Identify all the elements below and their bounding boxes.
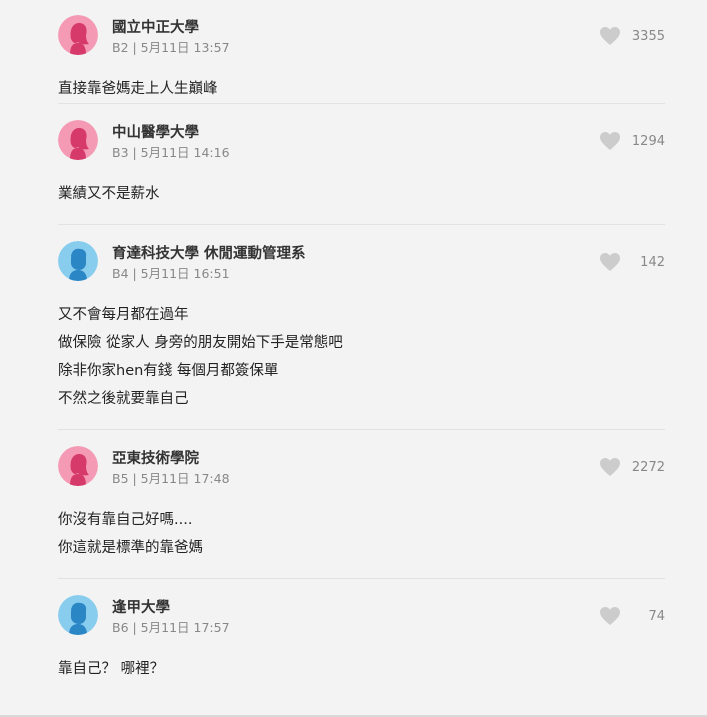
comment-text-line: 做保險 從家人 身旁的朋友開始下手是常態吧: [58, 335, 343, 351]
author-name[interactable]: 國立中正大學: [112, 16, 199, 37]
author-name[interactable]: 中山醫學大學: [112, 121, 199, 142]
floor-timestamp: B5 | 5月11日 17:48: [112, 471, 230, 486]
comment-body: 靠自己？ 哪裡？: [58, 655, 665, 683]
comment-text-line: 你沒有靠自己好嗎....: [58, 512, 193, 528]
male-avatar-icon[interactable]: [58, 595, 98, 635]
comment-item: 國立中正大學 B2 | 5月11日 13:57 3355 直接靠爸媽走上人生巔峰: [58, 0, 665, 104]
heart-icon[interactable]: [599, 457, 621, 477]
floor-timestamp: B2 | 5月11日 13:57: [112, 40, 230, 55]
comment-text-line: 直接靠爸媽走上人生巔峰: [58, 81, 218, 97]
heart-icon[interactable]: [599, 131, 621, 151]
comment-text-line: 除非你家hen有錢 每個月都簽保單: [58, 363, 279, 379]
male-avatar-icon[interactable]: [58, 241, 98, 281]
comment-text-line: 不然之後就要靠自己: [58, 391, 189, 407]
comment-body: 直接靠爸媽走上人生巔峰: [58, 75, 665, 103]
heart-icon[interactable]: [599, 252, 621, 272]
comment-body: 又不會每月都在過年 做保險 從家人 身旁的朋友開始下手是常態吧 除非你家hen有…: [58, 301, 665, 413]
like-control[interactable]: 3355: [599, 26, 665, 46]
heart-icon[interactable]: [599, 606, 621, 626]
author-name[interactable]: 亞東技術學院: [112, 447, 199, 468]
female-avatar-icon[interactable]: [58, 120, 98, 160]
floor-timestamp: B6 | 5月11日 17:57: [112, 620, 230, 635]
comment-feed: 國立中正大學 B2 | 5月11日 13:57 3355 直接靠爸媽走上人生巔峰…: [58, 0, 665, 699]
like-count: 142: [640, 254, 665, 270]
comment-body: 業績又不是薪水: [58, 180, 665, 208]
like-control[interactable]: 142: [599, 252, 665, 272]
like-count: 2272: [631, 459, 665, 475]
comment-header: 逢甲大學 B6 | 5月11日 17:57 74: [58, 595, 665, 635]
comment-header: 育達科技大學 休閒運動管理系 B4 | 5月11日 16:51 142: [58, 241, 665, 281]
floor-timestamp: B4 | 5月11日 16:51: [112, 266, 230, 281]
female-avatar-icon[interactable]: [58, 15, 98, 55]
comment-item: 亞東技術學院 B5 | 5月11日 17:48 2272 你沒有靠自己好嗎...…: [58, 430, 665, 579]
like-control[interactable]: 1294: [599, 131, 665, 151]
like-control[interactable]: 74: [599, 606, 665, 626]
like-count: 1294: [631, 133, 665, 149]
heart-icon[interactable]: [599, 26, 621, 46]
comment-body: 你沒有靠自己好嗎.... 你這就是標準的靠爸媽: [58, 506, 665, 562]
author-name[interactable]: 逢甲大學: [112, 596, 170, 617]
comment-item: 逢甲大學 B6 | 5月11日 17:57 74 靠自己？ 哪裡？: [58, 579, 665, 699]
like-control[interactable]: 2272: [599, 457, 665, 477]
comment-text-line: 靠自己？ 哪裡？: [58, 661, 165, 677]
comment-text-line: 業績又不是薪水: [58, 186, 160, 202]
author-name[interactable]: 育達科技大學 休閒運動管理系: [112, 242, 306, 263]
comment-item: 中山醫學大學 B3 | 5月11日 14:16 1294 業績又不是薪水: [58, 104, 665, 225]
like-count: 3355: [631, 28, 665, 44]
female-avatar-icon[interactable]: [58, 446, 98, 486]
comment-text-line: 又不會每月都在過年: [58, 307, 189, 323]
floor-timestamp: B3 | 5月11日 14:16: [112, 145, 230, 160]
like-count: 74: [648, 608, 665, 624]
comment-header: 中山醫學大學 B3 | 5月11日 14:16 1294: [58, 120, 665, 160]
comment-header: 亞東技術學院 B5 | 5月11日 17:48 2272: [58, 446, 665, 486]
comment-item: 育達科技大學 休閒運動管理系 B4 | 5月11日 16:51 142 又不會每…: [58, 225, 665, 430]
comment-text-line: 你這就是標準的靠爸媽: [58, 540, 203, 556]
comment-header: 國立中正大學 B2 | 5月11日 13:57 3355: [58, 15, 665, 55]
